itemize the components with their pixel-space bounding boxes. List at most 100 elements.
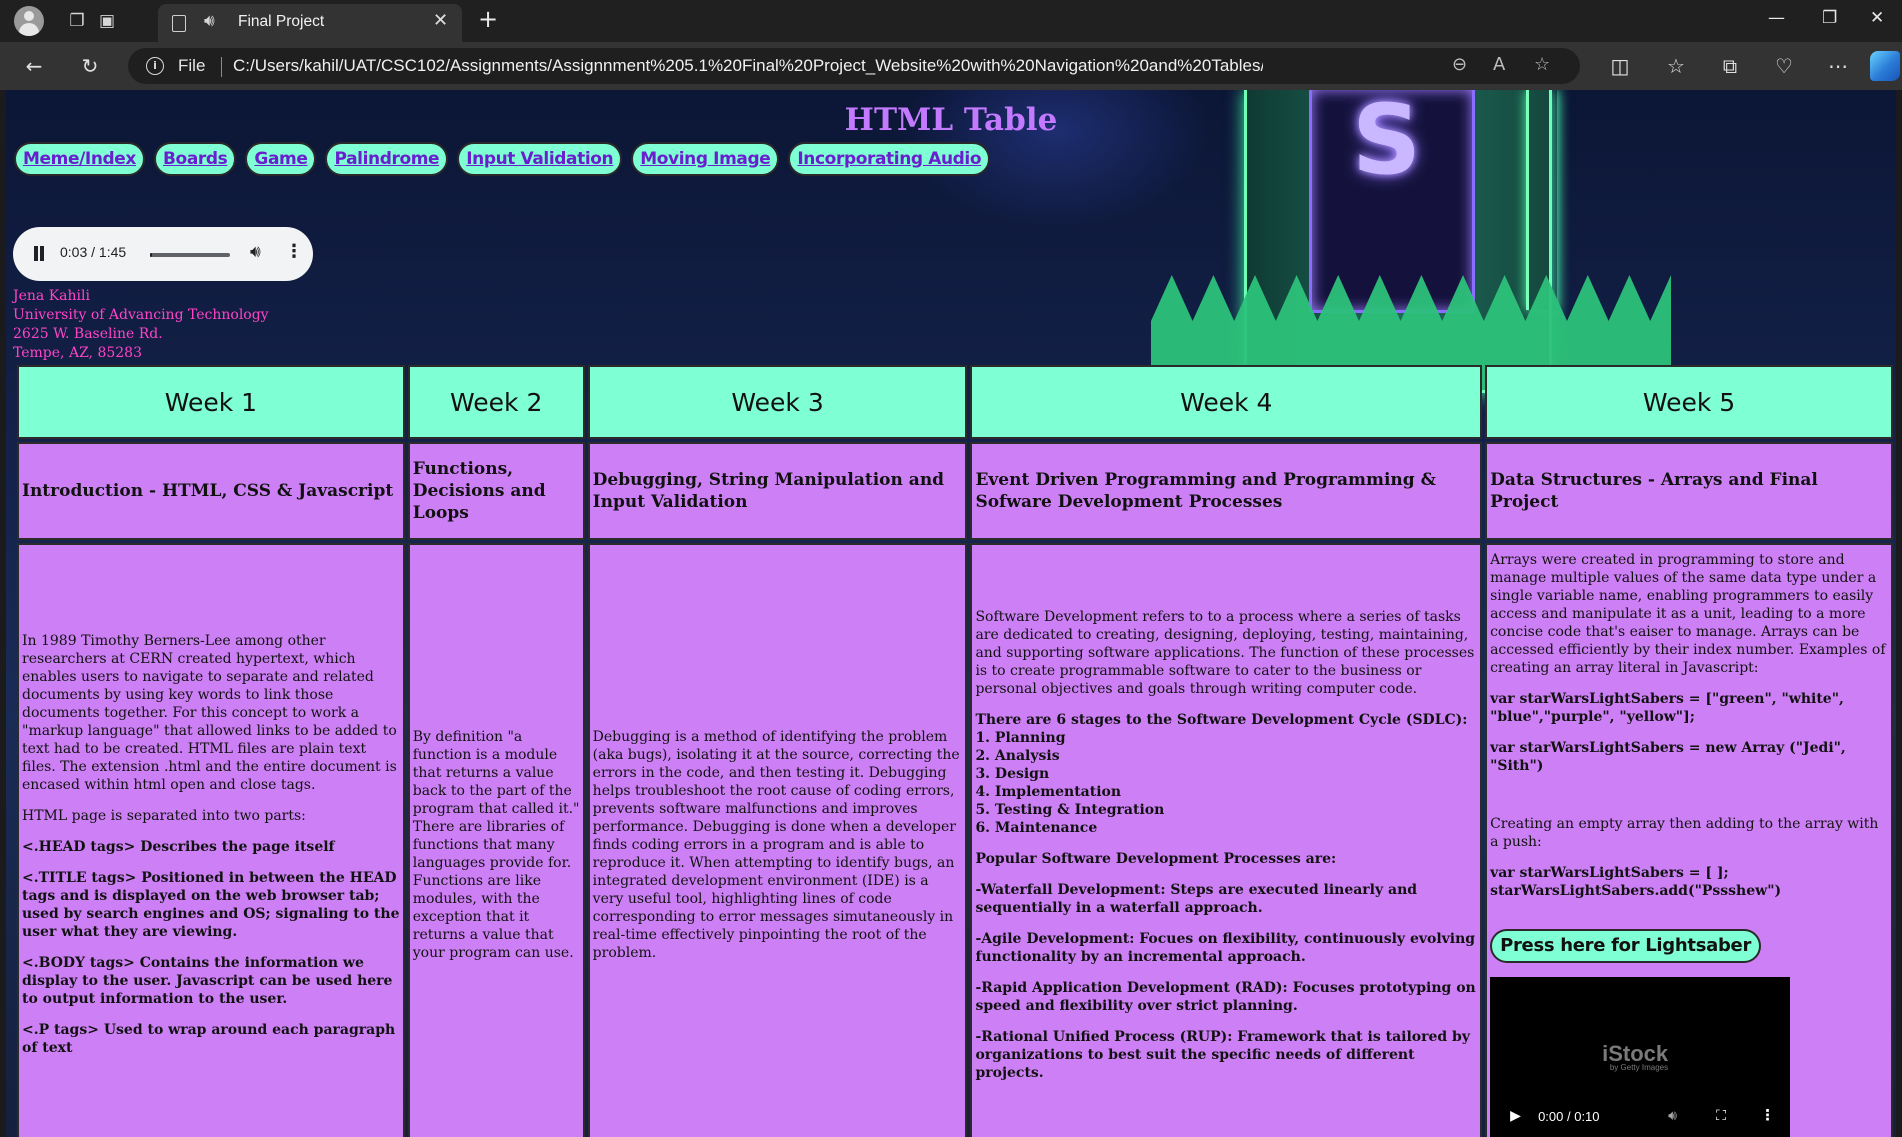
- video-player[interactable]: iStock by Getty Images ▶ 0:00 / 0:10 🔊︎ ⛶…: [1490, 977, 1791, 1137]
- nav-link-moving-image[interactable]: Moving Image: [631, 142, 780, 176]
- table-content-row: In 1989 Timothy Berners-Lee among other …: [17, 543, 1893, 1137]
- week2-text: By definition "a function is a module th…: [412, 728, 580, 961]
- back-icon[interactable]: ←: [20, 52, 48, 80]
- new-tab-icon[interactable]: +: [478, 6, 498, 32]
- header-week-5: Week 5: [1485, 365, 1893, 439]
- nav-link-input-validation[interactable]: Input Validation: [457, 142, 623, 176]
- contact-address: Jena Kahili University of Advancing Tech…: [13, 287, 269, 363]
- week4-stage: 4. Implementation: [975, 783, 1122, 800]
- week4-intro: Software Development refers to to a proc…: [975, 608, 1475, 697]
- address-school: University of Advancing Technology: [13, 307, 269, 323]
- nav-link-meme-index[interactable]: Meme/Index: [14, 142, 145, 176]
- browser-tab-bar: ❐ ▣ 🔊︎ Final Project ✕ + — ❐ ✕: [0, 0, 1902, 42]
- tab-final-project[interactable]: 🔊︎ Final Project ✕: [158, 4, 462, 42]
- week4-processes-title: Popular Software Development Processes a…: [975, 850, 1337, 867]
- content-week-1: In 1989 Timothy Berners-Lee among other …: [17, 543, 405, 1137]
- minimize-icon[interactable]: —: [1768, 8, 1785, 28]
- week1-intro: In 1989 Timothy Berners-Lee among other …: [22, 633, 397, 793]
- week1-body: <.BODY tags> Contains the information we…: [22, 955, 393, 1007]
- week5-code-literal: var starWarsLightSabers = ["green", "whi…: [1490, 691, 1844, 725]
- audio-seek-slider[interactable]: [150, 253, 230, 257]
- video-time: 0:00 / 0:10: [1538, 1109, 1600, 1124]
- browser-essentials-icon[interactable]: ♡: [1770, 52, 1798, 80]
- week5-empty: Creating an empty array then adding to t…: [1490, 816, 1879, 850]
- header-week-1: Week 1: [17, 365, 405, 439]
- week1-title: <.TITLE tags> Positioned in between the …: [22, 870, 400, 940]
- nav-link-palindrome[interactable]: Palindrome: [325, 142, 449, 176]
- profile-avatar-icon[interactable]: [14, 6, 44, 36]
- content-week-2: By definition "a function is a module th…: [407, 543, 585, 1137]
- topic-week-1: Introduction - HTML, CSS & Javascript: [17, 442, 405, 540]
- week5-code-add: starWarsLightSabers.add("Pssshew"): [1490, 883, 1782, 899]
- refresh-icon[interactable]: ↻: [76, 52, 104, 80]
- week3-text: Debugging is a method of identifying the…: [592, 728, 960, 961]
- address-street: 2625 W. Baseline Rd.: [13, 326, 163, 342]
- page-title: HTML Table: [844, 102, 1058, 138]
- week4-stage: 6. Maintenance: [975, 819, 1098, 836]
- week1-p: <.P tags> Used to wrap around each parag…: [22, 1022, 396, 1056]
- video-volume-icon[interactable]: 🔊︎: [1668, 1107, 1677, 1125]
- zoom-icon[interactable]: ⊖: [1452, 54, 1467, 75]
- week4-agile: -Agile Development: Focues on flexibilit…: [975, 930, 1476, 965]
- weeks-table: Week 1 Week 2 Week 3 Week 4 Week 5 Intro…: [14, 362, 1896, 1137]
- more-menu-icon[interactable]: ⋯: [1824, 52, 1852, 80]
- week1-head: <.HEAD tags> Describes the page itself: [22, 839, 335, 855]
- week4-stage: 5. Testing & Integration: [975, 801, 1165, 818]
- nav-link-game[interactable]: Game: [245, 142, 317, 176]
- favorite-star-icon[interactable]: ☆: [1534, 54, 1550, 75]
- week4-rup: -Rational Unified Process (RUP): Framewo…: [975, 1028, 1470, 1081]
- close-tab-icon[interactable]: ✕: [433, 10, 448, 31]
- read-aloud-icon[interactable]: A: [1493, 54, 1505, 75]
- info-icon[interactable]: i: [146, 57, 164, 75]
- watermark-subtext: by Getty Images: [1609, 1063, 1669, 1072]
- close-window-icon[interactable]: ✕: [1870, 8, 1884, 28]
- address-bar[interactable]: i File C:/Users/kahil/UAT/CSC102/Assignm…: [128, 48, 1580, 84]
- week4-stages-title: There are 6 stages to the Software Devel…: [975, 711, 1468, 728]
- address-scheme: File: [178, 56, 206, 75]
- week5-code-empty: var starWarsLightSabers = [ ];: [1490, 865, 1729, 881]
- speaker-icon[interactable]: 🔊︎: [204, 11, 215, 31]
- video-watermark: iStock by Getty Images: [1602, 1043, 1669, 1077]
- week4-stage: 2. Analysis: [975, 747, 1060, 764]
- topic-week-4: Event Driven Programming and Programming…: [970, 442, 1483, 540]
- header-week-4: Week 4: [970, 365, 1483, 439]
- topic-week-3: Debugging, String Manipulation and Input…: [587, 442, 968, 540]
- week5-code-constructor: var starWarsLightSabers = new Array ("Je…: [1490, 740, 1846, 774]
- play-icon[interactable]: ▶: [1510, 1107, 1521, 1125]
- week5-intro: Arrays were created in programming to st…: [1490, 552, 1886, 676]
- workspaces-icon[interactable]: ❐: [64, 8, 90, 34]
- table-topic-row: Introduction - HTML, CSS & Javascript Fu…: [17, 442, 1893, 540]
- week4-stages: There are 6 stages to the Software Devel…: [975, 711, 1477, 837]
- table-header-row: Week 1 Week 2 Week 3 Week 4 Week 5: [17, 365, 1893, 439]
- url-text[interactable]: C:/Users/kahil/UAT/CSC102/Assignments/As…: [233, 56, 1263, 76]
- tab-actions-icon[interactable]: ▣: [94, 8, 120, 34]
- week4-stage: 1. Planning: [975, 729, 1066, 746]
- restore-icon[interactable]: ❐: [1822, 8, 1837, 28]
- week1-parts: HTML page is separated into two parts:: [22, 808, 306, 824]
- collections-icon[interactable]: ⧉: [1716, 52, 1744, 80]
- lightsaber-button[interactable]: Press here for Lightsaber: [1490, 929, 1762, 963]
- site-navigation: Meme/Index Boards Game Palindrome Input …: [14, 142, 991, 176]
- favorites-icon[interactable]: ☆: [1662, 52, 1690, 80]
- audio-more-icon[interactable]: ⋮: [285, 241, 303, 262]
- week4-waterfall: -Waterfall Development: Steps are execut…: [975, 881, 1418, 916]
- split-screen-icon[interactable]: ◫: [1606, 52, 1634, 80]
- video-more-icon[interactable]: ⋮: [1760, 1106, 1775, 1124]
- nav-link-boards[interactable]: Boards: [154, 142, 237, 176]
- copilot-icon[interactable]: [1870, 51, 1900, 81]
- audio-player: 0:03 / 1:45 🔊︎ ⋮: [13, 227, 313, 281]
- document-icon: [172, 15, 186, 32]
- volume-icon[interactable]: 🔊︎: [250, 242, 261, 262]
- audio-progress-fill: [150, 253, 153, 257]
- content-week-5: Arrays were created in programming to st…: [1485, 543, 1893, 1137]
- week4-stage: 3. Design: [975, 765, 1050, 782]
- audio-time: 0:03 / 1:45: [60, 244, 127, 260]
- topic-week-2: Functions, Decisions and Loops: [407, 442, 585, 540]
- content-week-4: Software Development refers to to a proc…: [970, 543, 1483, 1137]
- address-separator: [221, 57, 222, 77]
- address-name: Jena Kahili: [13, 288, 90, 304]
- fullscreen-icon[interactable]: ⛶: [1716, 1107, 1726, 1125]
- address-city: Tempe, AZ, 85283: [13, 345, 142, 361]
- pause-icon[interactable]: [33, 246, 45, 261]
- nav-link-incorporating-audio[interactable]: Incorporating Audio: [788, 142, 991, 176]
